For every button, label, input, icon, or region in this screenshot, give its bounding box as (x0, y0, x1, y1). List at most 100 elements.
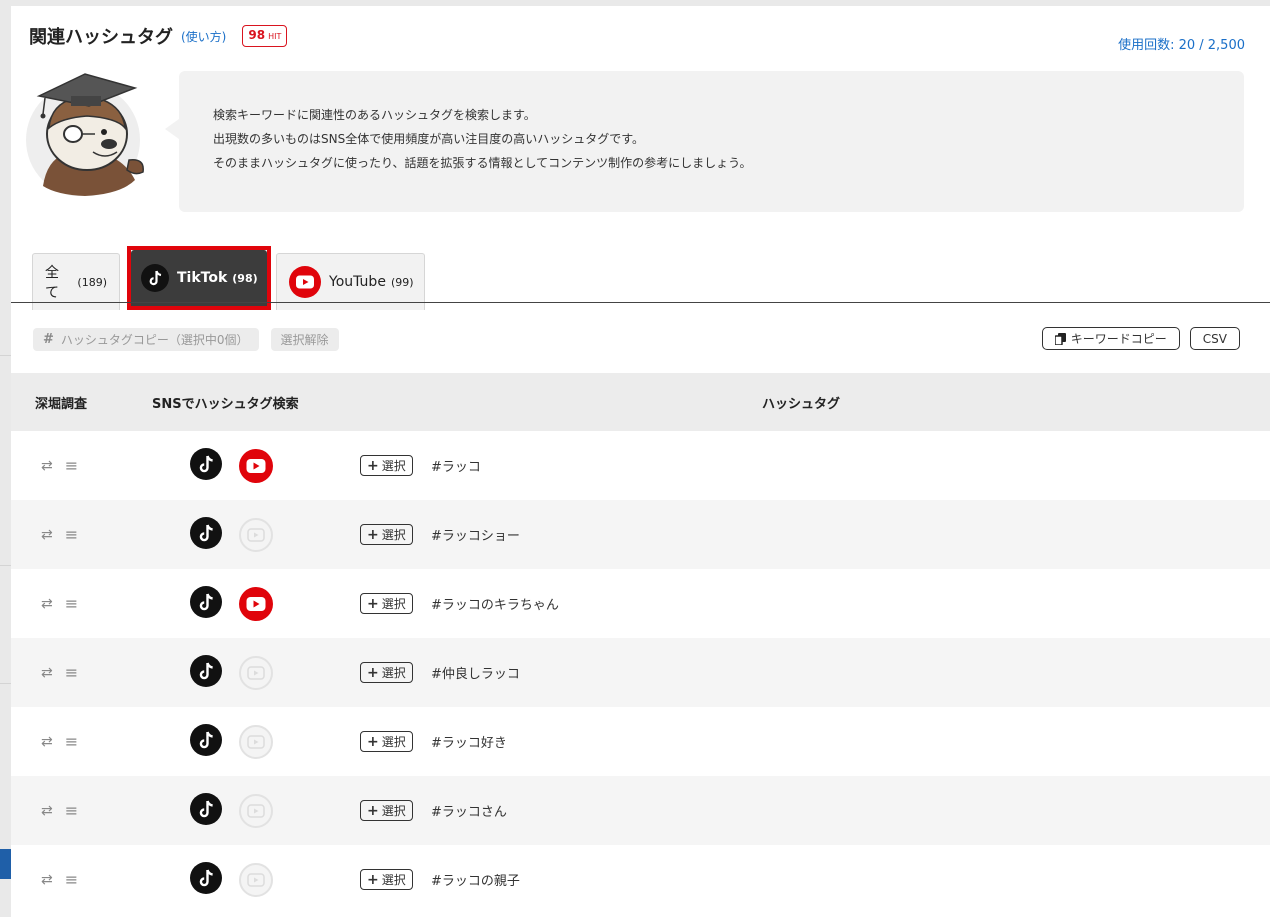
export-toolbar: キーワードコピー CSV (1032, 327, 1240, 350)
tab-tiktok-label: TikTok (177, 270, 228, 286)
tiktok-icon[interactable] (190, 723, 222, 760)
retweet-icon[interactable]: ⇄ (41, 527, 53, 543)
menu-icon[interactable]: ≡ (65, 456, 78, 475)
table-row: ⇄ ≡ + 選択 #仲良しラッコ (11, 638, 1270, 707)
youtube-icon[interactable] (239, 448, 273, 483)
howto-link[interactable]: (使い方) (181, 28, 226, 45)
deep-research-actions: ⇄ ≡ (41, 870, 78, 889)
retweet-icon[interactable]: ⇄ (41, 596, 53, 612)
retweet-icon[interactable]: ⇄ (41, 458, 53, 474)
sns-search-links (190, 654, 273, 691)
tiktok-icon[interactable] (190, 861, 222, 898)
panel-header: 関連ハッシュタグ (使い方) 98 HIT (29, 23, 288, 49)
copy-selected-button[interactable]: # ハッシュタグコピー（選択中0個） (33, 328, 259, 351)
description-line: 出現数の多いものはSNS全体で使用頻度が高い注目度の高いハッシュタグです。 (213, 132, 645, 146)
tab-tiktok[interactable]: TikTok (98) (131, 250, 267, 306)
divider (0, 565, 11, 566)
copy-icon (1054, 332, 1066, 345)
youtube-icon (239, 793, 273, 828)
select-button[interactable]: + 選択 (360, 800, 413, 821)
hashtag-text: #ラッコショー (431, 529, 520, 544)
deep-research-actions: ⇄ ≡ (41, 525, 78, 544)
deselect-button[interactable]: 選択解除 (270, 328, 339, 351)
left-blue-marker (0, 849, 11, 879)
deep-research-actions: ⇄ ≡ (41, 801, 78, 820)
csv-button[interactable]: CSV (1189, 327, 1240, 350)
sns-tabs: 全て (189) TikTok (98) YouTube (99) (32, 246, 432, 310)
deep-research-actions: ⇄ ≡ (41, 456, 78, 475)
keyword-copy-button[interactable]: キーワードコピー (1041, 327, 1180, 350)
table-row: ⇄ ≡ + 選択 #ラッコのキラちゃん (11, 569, 1270, 638)
tiktok-icon[interactable] (190, 585, 222, 622)
hashtag-table-body: ⇄ ≡ + 選択 #ラッコ ⇄ ≡ + 選択 #ラッコショー ⇄ ≡ + 選択 #ラッコのキラちゃん ⇄ ≡ + 選… (11, 431, 1270, 914)
selection-toolbar: # ハッシュタグコピー（選択中0個） 選択解除 (33, 328, 351, 351)
youtube-icon (239, 655, 273, 690)
description-bubble: 検索キーワードに関連性のあるハッシュタグを検索します。 出現数の多いものはSNS… (165, 71, 1244, 212)
tab-all-count: (189) (77, 275, 107, 289)
retweet-icon[interactable]: ⇄ (41, 734, 53, 750)
deep-research-actions: ⇄ ≡ (41, 732, 78, 751)
menu-icon[interactable]: ≡ (65, 594, 78, 613)
hit-unit: HIT (268, 32, 282, 41)
youtube-icon (239, 862, 273, 897)
tiktok-icon[interactable] (190, 447, 222, 484)
youtube-icon (239, 724, 273, 759)
copy-selected-label: ハッシュタグコピー（選択中0個） (60, 333, 249, 347)
sns-search-links (190, 723, 273, 760)
related-hashtag-panel: 関連ハッシュタグ (使い方) 98 HIT 使用回数: 20 / 2,500 検… (11, 6, 1270, 917)
hashtag-text: #ラッコのキラちゃん (431, 598, 559, 613)
select-button[interactable]: + 選択 (360, 662, 413, 683)
select-button[interactable]: + 選択 (360, 455, 413, 476)
column-header-sns: SNSでハッシュタグ検索 (152, 396, 299, 412)
retweet-icon[interactable]: ⇄ (41, 872, 53, 888)
plus-icon: + (367, 871, 379, 888)
menu-icon[interactable]: ≡ (65, 663, 78, 682)
page-title: 関連ハッシュタグ (29, 27, 173, 48)
select-button[interactable]: + 選択 (360, 593, 413, 614)
hashtag-text: #ラッコの親子 (431, 874, 520, 889)
select-button[interactable]: + 選択 (360, 869, 413, 890)
menu-icon[interactable]: ≡ (65, 732, 78, 751)
select-button[interactable]: + 選択 (360, 524, 413, 545)
divider (0, 355, 11, 356)
sns-search-links (190, 792, 273, 829)
select-label: 選択 (381, 873, 406, 887)
tiktok-icon[interactable] (190, 792, 222, 829)
select-button[interactable]: + 選択 (360, 731, 413, 752)
hashtag-text: #仲良しラッコ (431, 667, 520, 682)
tiktok-icon (141, 264, 169, 292)
tab-youtube-label: YouTube (329, 274, 386, 290)
hit-badge: 98 HIT (242, 25, 288, 47)
column-header-deep: 深堀調査 (35, 396, 88, 412)
retweet-icon[interactable]: ⇄ (41, 803, 53, 819)
divider (0, 683, 11, 684)
retweet-icon[interactable]: ⇄ (41, 665, 53, 681)
table-row: ⇄ ≡ + 選択 #ラッコ好き (11, 707, 1270, 776)
plus-icon: + (367, 733, 379, 750)
deep-research-actions: ⇄ ≡ (41, 663, 78, 682)
tab-all-label: 全て (45, 265, 59, 301)
table-row: ⇄ ≡ + 選択 #ラッコさん (11, 776, 1270, 845)
menu-icon[interactable]: ≡ (65, 801, 78, 820)
menu-icon[interactable]: ≡ (65, 525, 78, 544)
tab-tiktok-count: (98) (232, 271, 258, 285)
tiktok-icon[interactable] (190, 654, 222, 691)
select-label: 選択 (381, 459, 406, 473)
table-row: ⇄ ≡ + 選択 #ラッコショー (11, 500, 1270, 569)
keyword-copy-label: キーワードコピー (1070, 332, 1167, 346)
plus-icon: + (367, 802, 379, 819)
hashtag-text: #ラッコ好き (431, 736, 507, 751)
youtube-icon (239, 517, 273, 552)
left-strip (0, 0, 11, 917)
description-line: 検索キーワードに関連性のあるハッシュタグを検索します。 (213, 108, 536, 122)
menu-icon[interactable]: ≡ (65, 870, 78, 889)
plus-icon: + (367, 526, 379, 543)
table-row: ⇄ ≡ + 選択 #ラッコの親子 (11, 845, 1270, 914)
tab-youtube-count: (99) (390, 275, 414, 289)
tiktok-icon[interactable] (190, 516, 222, 553)
sea-otter-mascot-avatar (25, 68, 145, 197)
description-line: そのままハッシュタグに使ったり、話題を拡張する情報としてコンテンツ制作の参考にし… (213, 156, 752, 170)
select-label: 選択 (381, 528, 406, 542)
plus-icon: + (367, 595, 379, 612)
youtube-icon[interactable] (239, 586, 273, 621)
